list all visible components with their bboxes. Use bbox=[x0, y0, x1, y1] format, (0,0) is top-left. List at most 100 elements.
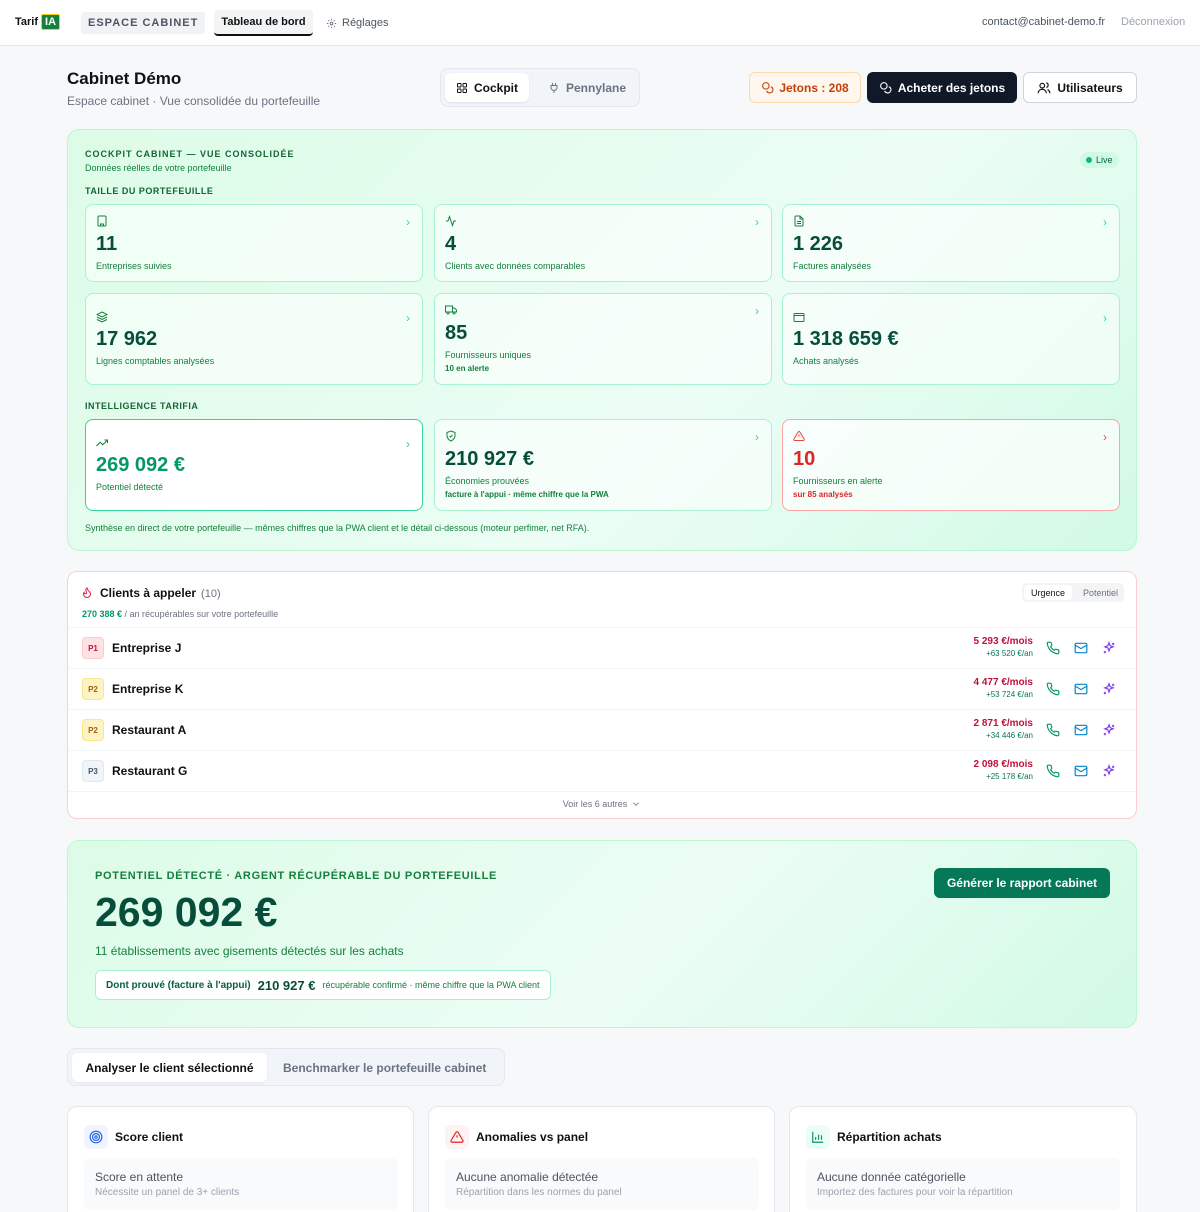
client-row[interactable]: P3 Restaurant G 2 098 €/mois +25 178 €/a… bbox=[68, 750, 1136, 791]
stat-value: 1 318 659 € bbox=[793, 328, 899, 350]
monthly-amount: 2 098 €/mois bbox=[973, 759, 1033, 770]
yearly-amount: +53 724 €/an bbox=[986, 690, 1033, 699]
intel-card-potential[interactable]: › 269 092 € Potentiel détecté bbox=[85, 419, 423, 511]
mail-icon[interactable] bbox=[1074, 682, 1088, 696]
priority-badge: P3 bbox=[82, 760, 104, 782]
stat-label: Entreprises suivies bbox=[96, 261, 172, 271]
stat-value: 210 927 € bbox=[445, 448, 534, 470]
phone-icon[interactable] bbox=[1046, 682, 1060, 696]
mail-icon[interactable] bbox=[1074, 764, 1088, 778]
gear-icon bbox=[326, 18, 337, 28]
stat-label: Fournisseurs en alerte bbox=[793, 476, 883, 486]
sparkles-icon[interactable] bbox=[1102, 682, 1116, 696]
yearly-amount: +63 520 €/an bbox=[986, 649, 1033, 658]
tab-settings[interactable]: Réglages bbox=[326, 10, 388, 36]
stat-value: 1 226 bbox=[793, 233, 844, 255]
stat-card-purchases[interactable]: › 1 318 659 € Achats analysés bbox=[782, 293, 1120, 385]
segment-pennylane[interactable]: Pennylane bbox=[537, 73, 637, 102]
shield-check-icon bbox=[446, 430, 456, 442]
yearly-amount: +34 446 €/an bbox=[986, 731, 1033, 740]
phone-icon[interactable] bbox=[1046, 764, 1060, 778]
proved-savings-box: Dont prouvé (facture à l'appui) 210 927 … bbox=[95, 970, 551, 1000]
card-title: Score client bbox=[115, 1130, 184, 1144]
potential-panel: POTENTIEL DÉTECTÉ · ARGENT RÉCUPÉRABLE D… bbox=[67, 840, 1137, 1028]
client-row[interactable]: P2 Entreprise K 4 477 €/mois +53 724 €/a… bbox=[68, 668, 1136, 709]
card-body: Aucune anomalie détectée Répartition dan… bbox=[445, 1158, 759, 1210]
chevron-right-icon: › bbox=[1103, 215, 1107, 229]
anomalies-card: Anomalies vs panel Aucune anomalie détec… bbox=[428, 1106, 775, 1212]
users-button[interactable]: Utilisateurs bbox=[1023, 72, 1137, 103]
stat-label: Économies prouvées bbox=[445, 476, 530, 486]
cockpit-subtitle: Données réelles de votre portefeuille bbox=[85, 163, 232, 173]
chevron-right-icon: › bbox=[1103, 311, 1107, 325]
sparkles-icon[interactable] bbox=[1102, 723, 1116, 737]
coins-icon bbox=[879, 82, 892, 94]
sort-potential[interactable]: Potentiel bbox=[1078, 585, 1123, 600]
stat-value: 4 bbox=[445, 233, 457, 255]
client-name: Restaurant G bbox=[112, 764, 188, 778]
phone-icon[interactable] bbox=[1046, 641, 1060, 655]
card-status: Score en attente bbox=[95, 1170, 184, 1184]
show-more-button[interactable]: Voir les 6 autres bbox=[68, 799, 1136, 809]
intel-card-savings[interactable]: › 210 927 € Économies prouvées facture à… bbox=[434, 419, 772, 511]
card-hint: Importez des factures pour voir la répar… bbox=[817, 1187, 1013, 1198]
chevron-right-icon: › bbox=[406, 311, 410, 325]
chevron-right-icon: › bbox=[1103, 430, 1107, 444]
intel-card-alerts[interactable]: › 10 Fournisseurs en alerte sur 85 analy… bbox=[782, 419, 1120, 511]
sparkles-icon[interactable] bbox=[1102, 641, 1116, 655]
chevron-down-icon bbox=[633, 802, 640, 806]
client-row[interactable]: P2 Restaurant A 2 871 €/mois +34 446 €/a… bbox=[68, 709, 1136, 750]
alert-triangle-icon bbox=[793, 430, 805, 441]
stat-card-comparable-clients[interactable]: › 4 Clients avec données comparables bbox=[434, 204, 772, 282]
stat-value: 17 962 bbox=[96, 328, 158, 350]
section-intelligence: INTELLIGENCE TARIFIA bbox=[85, 401, 199, 411]
phone-icon[interactable] bbox=[1046, 723, 1060, 737]
potential-label: POTENTIEL DÉTECTÉ · ARGENT RÉCUPÉRABLE D… bbox=[95, 870, 498, 882]
score-client-card: Score client Score en attente Nécessite … bbox=[67, 1106, 414, 1212]
card-title: Répartition achats bbox=[837, 1130, 942, 1144]
sort-urgency[interactable]: Urgence bbox=[1024, 585, 1073, 600]
potential-subtitle: 11 établissements avec gisements détecté… bbox=[95, 944, 404, 958]
client-row[interactable]: P1 Entreprise J 5 293 €/mois +63 520 €/a… bbox=[68, 627, 1136, 668]
segment-cockpit[interactable]: Cockpit bbox=[445, 73, 530, 102]
logo[interactable]: Tarif IA bbox=[15, 14, 61, 30]
segment-cockpit-label: Cockpit bbox=[474, 80, 519, 95]
tokens-label: Jetons : 208 bbox=[779, 80, 849, 95]
stat-card-ledger-lines[interactable]: › 17 962 Lignes comptables analysées bbox=[85, 293, 423, 385]
mail-icon[interactable] bbox=[1074, 641, 1088, 655]
recoverable-text: / an récupérables sur votre portefeuille bbox=[122, 609, 279, 619]
tab-benchmark-portfolio[interactable]: Benchmarker le portefeuille cabinet bbox=[283, 1053, 486, 1082]
row-divider bbox=[68, 791, 1136, 792]
client-name: Entreprise K bbox=[112, 682, 184, 696]
client-name: Entreprise J bbox=[112, 641, 182, 655]
show-more-label: Voir les 6 autres bbox=[562, 799, 628, 809]
stat-label: Achats analysés bbox=[793, 356, 859, 366]
stat-extra: sur 85 analysés bbox=[793, 490, 853, 499]
trending-up-icon bbox=[96, 439, 108, 447]
buy-tokens-button[interactable]: Acheter des jetons bbox=[867, 72, 1017, 103]
analysis-tabs: Analyser le client sélectionné Benchmark… bbox=[67, 1048, 505, 1086]
live-badge: Live bbox=[1080, 152, 1119, 168]
tab-analyze-client[interactable]: Analyser le client sélectionné bbox=[72, 1053, 267, 1082]
page-subtitle: Espace cabinet · Vue consolidée du porte… bbox=[67, 94, 321, 108]
stat-card-suppliers[interactable]: › 85 Fournisseurs uniques 10 en alerte bbox=[434, 293, 772, 385]
stat-value: 85 bbox=[445, 322, 468, 344]
mail-icon[interactable] bbox=[1074, 723, 1088, 737]
logout-link[interactable]: Déconnexion bbox=[1121, 16, 1185, 28]
grid-icon bbox=[457, 82, 467, 93]
stat-card-invoices[interactable]: › 1 226 Factures analysées bbox=[782, 204, 1120, 282]
live-label: Live bbox=[1096, 155, 1113, 165]
generate-report-button[interactable]: Générer le rapport cabinet bbox=[934, 868, 1110, 898]
card-hint: Répartition dans les normes du panel bbox=[456, 1187, 622, 1198]
stat-card-companies[interactable]: › 11 Entreprises suivies bbox=[85, 204, 423, 282]
clients-count: (10) bbox=[201, 588, 221, 600]
clients-to-call-label: Clients à appeler bbox=[100, 586, 197, 600]
proved-label: Dont prouvé (facture à l'appui) bbox=[106, 979, 251, 991]
tokens-badge[interactable]: Jetons : 208 bbox=[749, 72, 861, 103]
document-icon bbox=[794, 215, 804, 227]
tab-dashboard[interactable]: Tableau de bord bbox=[214, 10, 313, 36]
sparkles-icon[interactable] bbox=[1102, 764, 1116, 778]
stat-label: Clients avec données comparables bbox=[445, 261, 586, 271]
building-icon bbox=[97, 215, 107, 227]
chevron-right-icon: › bbox=[755, 215, 759, 229]
